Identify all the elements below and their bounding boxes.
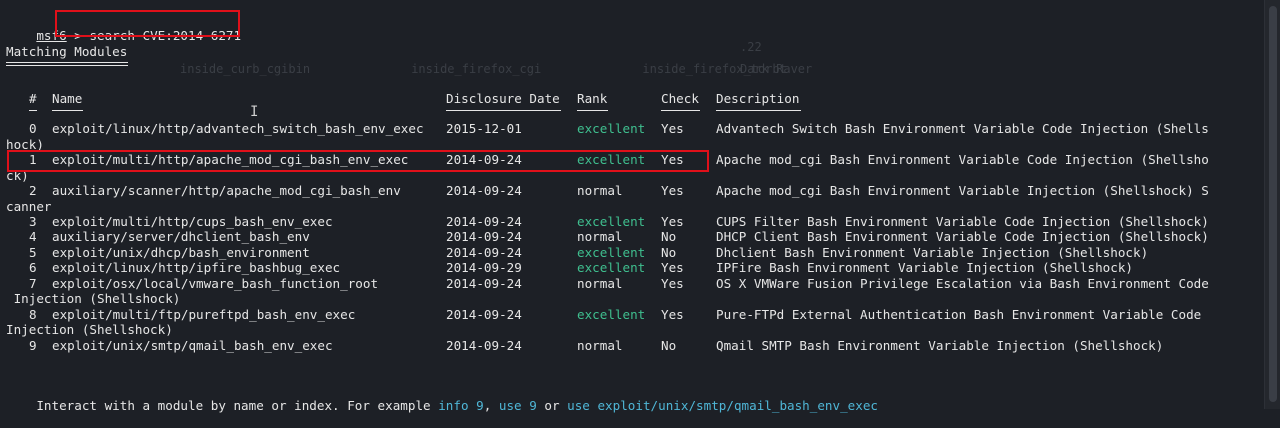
description-wrap: canner xyxy=(6,199,52,214)
module-name[interactable]: exploit/multi/http/apache_mod_cgi_bash_e… xyxy=(52,152,408,167)
module-name[interactable]: exploit/osx/local/vmware_bash_function_r… xyxy=(52,276,378,291)
footer-use-name-cmd[interactable]: use exploit/unix/smtp/qmail_bash_env_exe… xyxy=(567,398,878,413)
footer-prefix: Interact with a module by name or index.… xyxy=(36,398,439,413)
terminal-scrollbar[interactable] xyxy=(1264,0,1280,409)
rule-rank xyxy=(577,110,608,111)
rule-name xyxy=(52,110,83,111)
module-name[interactable]: exploit/linux/http/ipfire_bashbug_exec xyxy=(52,260,340,275)
module-name[interactable]: exploit/linux/http/advantech_switch_bash… xyxy=(52,121,424,136)
row-index: 0 xyxy=(29,121,37,136)
module-rank: excellent xyxy=(577,121,646,136)
row-index: 3 xyxy=(29,214,37,229)
disclosure-date: 2014-09-24 xyxy=(446,229,522,244)
check-value: No xyxy=(661,245,677,260)
disclosure-date: 2014-09-29 xyxy=(446,260,522,275)
disclosure-date: 2014-09-24 xyxy=(446,183,522,198)
row-index: 5 xyxy=(29,245,37,260)
module-description: Advantech Switch Bash Environment Variab… xyxy=(716,121,1209,136)
module-rank: excellent xyxy=(577,307,646,322)
disclosure-date: 2014-09-24 xyxy=(446,307,522,322)
prompt-separator: > xyxy=(66,28,90,43)
module-description: Dhclient Bash Environment Variable Injec… xyxy=(716,245,1149,260)
description-wrap: hock) xyxy=(6,137,44,152)
col-header-desc: Description xyxy=(716,91,800,106)
check-value: Yes xyxy=(661,260,684,275)
module-description: IPFire Bash Environment Variable Injecti… xyxy=(716,260,1134,275)
disclosure-date: 2014-09-24 xyxy=(446,338,522,353)
module-rank: excellent xyxy=(577,152,646,167)
col-header-date: Disclosure Date xyxy=(446,91,560,106)
module-rank: normal xyxy=(577,183,623,198)
row-index: 6 xyxy=(29,260,37,275)
col-header-name: Name xyxy=(52,91,83,106)
module-name[interactable]: auxiliary/server/dhclient_bash_env xyxy=(52,229,310,244)
disclosure-date: 2015-12-01 xyxy=(446,121,522,136)
heading-underline-2 xyxy=(6,65,128,66)
footer-hint: Interact with a module by name or index.… xyxy=(6,383,878,428)
rule-desc xyxy=(716,110,801,111)
section-heading: Matching Modules xyxy=(6,44,128,59)
row-index: 1 xyxy=(29,152,37,167)
check-value: Yes xyxy=(661,307,684,322)
col-header-rank: Rank xyxy=(577,91,608,106)
module-rank: normal xyxy=(577,276,623,291)
rule-num xyxy=(29,110,37,111)
check-value: Yes xyxy=(661,214,684,229)
module-rank: excellent xyxy=(577,214,646,229)
prompt-name: msf6 xyxy=(36,28,67,43)
module-description: Qmail SMTP Bash Environment Variable Inj… xyxy=(716,338,1164,353)
command-text[interactable]: search CVE:2014-6271 xyxy=(89,28,241,43)
module-name[interactable]: exploit/multi/ftp/pureftpd_bash_env_exec xyxy=(52,307,355,322)
check-value: Yes xyxy=(661,121,684,136)
row-index: 2 xyxy=(29,183,37,198)
check-value: Yes xyxy=(661,152,684,167)
module-name[interactable]: exploit/unix/dhcp/bash_environment xyxy=(52,245,310,260)
check-value: Yes xyxy=(661,276,684,291)
module-name[interactable]: exploit/unix/smtp/qmail_bash_env_exec xyxy=(52,338,333,353)
module-rank: normal xyxy=(577,229,623,244)
description-wrap: Injection (Shellshock) xyxy=(6,322,173,337)
module-description: OS X VMWare Fusion Privilege Escalation … xyxy=(716,276,1209,291)
module-description: Pure-FTPd External Authentication Bash E… xyxy=(716,307,1202,322)
text-cursor-icon: I xyxy=(250,104,259,120)
module-description: Apache mod_cgi Bash Environment Variable… xyxy=(716,183,1209,198)
scrollbar-thumb[interactable] xyxy=(1269,6,1277,402)
disclosure-date: 2014-09-24 xyxy=(446,245,522,260)
footer-info-cmd[interactable]: info 9 xyxy=(438,398,484,413)
row-index: 8 xyxy=(29,307,37,322)
disclosure-date: 2014-09-24 xyxy=(446,276,522,291)
rule-check xyxy=(661,110,700,111)
disclosure-date: 2014-09-24 xyxy=(446,152,522,167)
terminal-window[interactable]: inside_curb_cgibin inside_firefox_cgi in… xyxy=(0,0,1265,413)
module-description: Apache mod_cgi Bash Environment Variable… xyxy=(716,152,1209,167)
row-index: 9 xyxy=(29,338,37,353)
description-wrap: ck) xyxy=(6,168,29,183)
footer-or: or xyxy=(536,398,568,413)
heading-underline-1 xyxy=(6,62,128,63)
module-name[interactable]: exploit/multi/http/cups_bash_env_exec xyxy=(52,214,333,229)
footer-comma: , xyxy=(483,398,499,413)
module-description: CUPS Filter Bash Environment Variable Co… xyxy=(716,214,1209,229)
check-value: No xyxy=(661,338,677,353)
check-value: Yes xyxy=(661,183,684,198)
rule-date xyxy=(446,110,561,111)
row-index: 4 xyxy=(29,229,37,244)
footer-use-index-cmd[interactable]: use 9 xyxy=(499,398,537,413)
col-header-num: # xyxy=(29,91,37,106)
module-description: DHCP Client Bash Environment Variable Co… xyxy=(716,229,1209,244)
module-rank: excellent xyxy=(577,260,646,275)
row-index: 7 xyxy=(29,276,37,291)
description-wrap: Injection (Shellshock) xyxy=(6,291,181,306)
module-name[interactable]: auxiliary/scanner/http/apache_mod_cgi_ba… xyxy=(52,183,401,198)
disclosure-date: 2014-09-24 xyxy=(446,214,522,229)
module-rank: normal xyxy=(577,338,623,353)
module-rank: excellent xyxy=(577,245,646,260)
col-header-check: Check xyxy=(661,91,699,106)
check-value: No xyxy=(661,229,677,244)
